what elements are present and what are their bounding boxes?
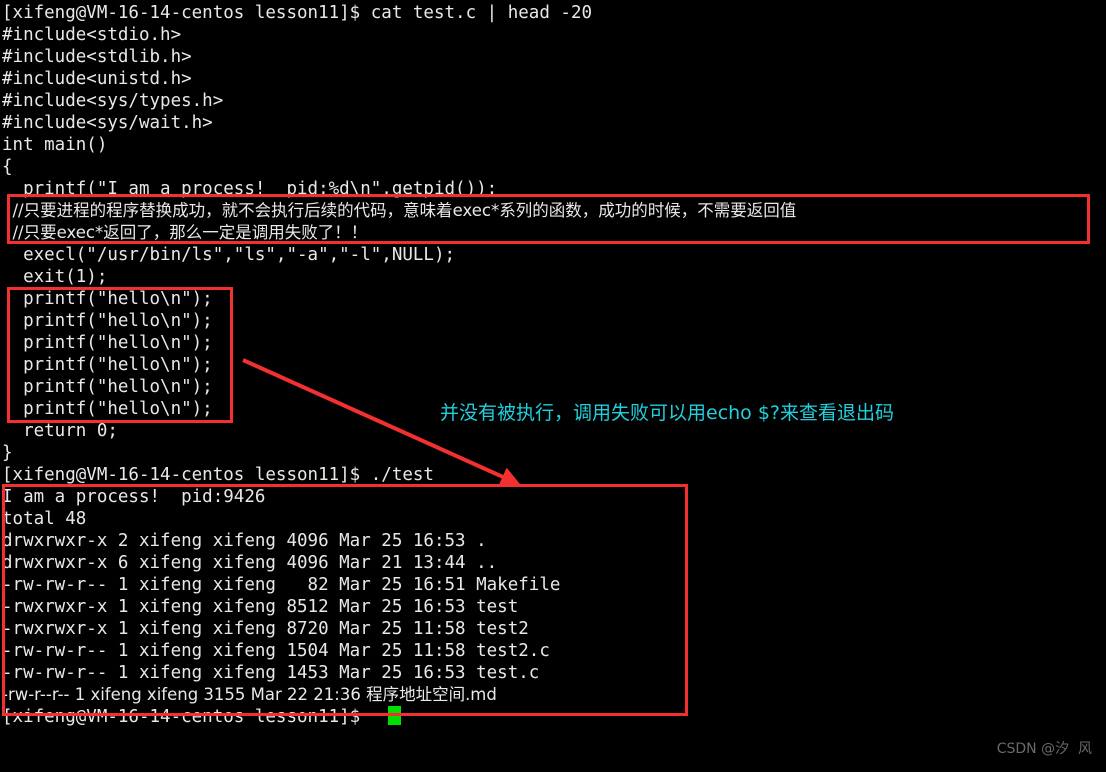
terminal-line: int main(): [2, 135, 108, 155]
terminal-line: #include<sys/wait.h>: [2, 113, 213, 133]
terminal-line: //只要进程的程序替换成功，就不会执行后续的代码，意味着exec*系列的函数，成…: [2, 201, 797, 220]
terminal-line: [xifeng@VM-16-14-centos lesson11]$ ./tes…: [2, 465, 434, 485]
terminal-line: {: [2, 157, 13, 177]
terminal-line: -rw-r--r-- 1 xifeng xifeng 3155 Mar 22 2…: [2, 685, 497, 704]
terminal-line: printf("hello\n");: [2, 377, 213, 397]
terminal-line: exit(1);: [2, 267, 108, 287]
terminal-line: //只要exec*返回了，那么一定是调用失败了！！: [2, 223, 368, 242]
terminal-line: #include<sys/types.h>: [2, 91, 224, 111]
terminal-line: execl("/usr/bin/ls","ls","-a","-l",NULL)…: [2, 245, 456, 265]
terminal-line: -rw-rw-r-- 1 xifeng xifeng 1453 Mar 25 1…: [2, 663, 540, 683]
csdn-watermark: CSDN @汐 风: [996, 741, 1092, 757]
terminal-line: drwxrwxr-x 6 xifeng xifeng 4096 Mar 21 1…: [2, 553, 498, 573]
terminal-line: I am a process! pid:9426: [2, 487, 266, 507]
terminal-line: #include<stdlib.h>: [2, 47, 192, 67]
terminal-line: printf("hello\n");: [2, 311, 213, 331]
terminal-line: printf("I am a process! pid:%d\n",getpid…: [2, 179, 498, 199]
terminal-line: #include<unistd.h>: [2, 69, 192, 89]
terminal-line: }: [2, 443, 13, 463]
terminal-line: printf("hello\n");: [2, 289, 213, 309]
terminal-window[interactable]: [xifeng@VM-16-14-centos lesson11]$ cat t…: [0, 0, 1106, 772]
terminal-line: printf("hello\n");: [2, 355, 213, 375]
terminal-line: [xifeng@VM-16-14-centos lesson11]$: [2, 707, 371, 727]
terminal-line: printf("hello\n");: [2, 399, 213, 419]
terminal-line: drwxrwxr-x 2 xifeng xifeng 4096 Mar 25 1…: [2, 531, 487, 551]
callout-annotation-text: 并没有被执行，调用失败可以用echo $?来查看退出码: [440, 402, 895, 424]
terminal-line: -rwxrwxr-x 1 xifeng xifeng 8720 Mar 25 1…: [2, 619, 529, 639]
terminal-line: [xifeng@VM-16-14-centos lesson11]$ cat t…: [2, 3, 593, 23]
terminal-line: -rw-rw-r-- 1 xifeng xifeng 82 Mar 25 16:…: [2, 575, 561, 595]
terminal-line: printf("hello\n");: [2, 333, 213, 353]
terminal-cursor: [388, 706, 401, 725]
terminal-line: return 0;: [2, 421, 118, 441]
terminal-line: -rw-rw-r-- 1 xifeng xifeng 1504 Mar 25 1…: [2, 641, 550, 661]
terminal-line: -rwxrwxr-x 1 xifeng xifeng 8512 Mar 25 1…: [2, 597, 519, 617]
terminal-line: #include<stdio.h>: [2, 25, 182, 45]
terminal-line: total 48: [2, 509, 87, 529]
